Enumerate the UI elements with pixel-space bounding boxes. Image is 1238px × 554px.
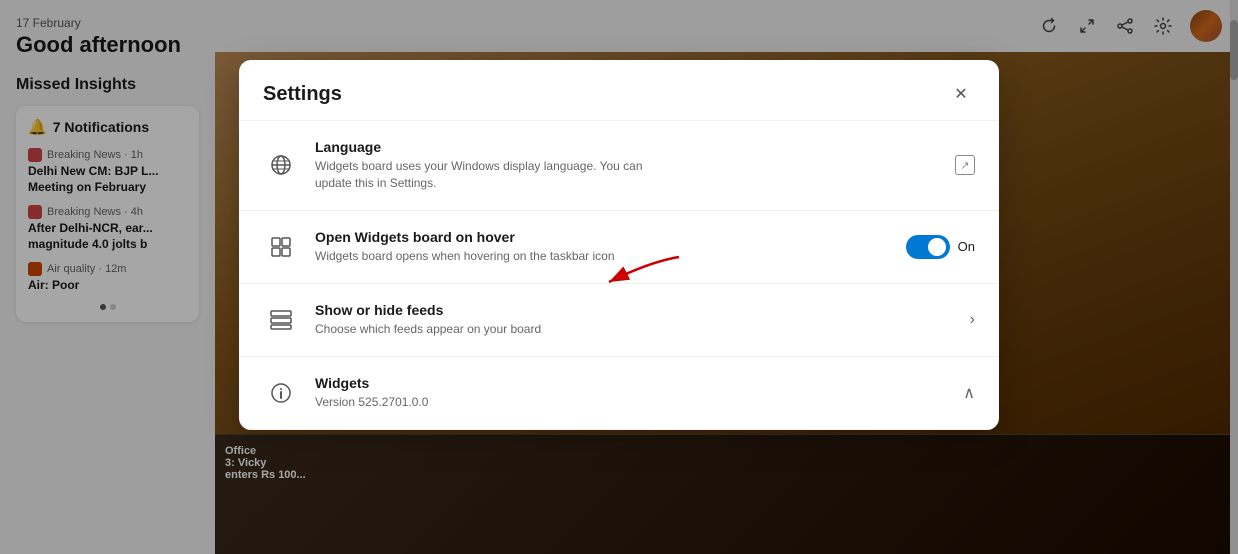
language-content: Language Widgets board uses your Windows… xyxy=(315,139,939,192)
settings-item-language[interactable]: Language Widgets board uses your Windows… xyxy=(239,121,999,211)
settings-modal: Settings ✕ Language xyxy=(239,60,999,430)
settings-item-widgets[interactable]: Widgets Version 525.2701.0.0 ∧ xyxy=(239,357,999,430)
language-action[interactable] xyxy=(955,155,975,175)
chevron-up-icon: ∧ xyxy=(963,383,975,403)
modal-body[interactable]: Language Widgets board uses your Windows… xyxy=(239,121,999,430)
modal-header: Settings ✕ xyxy=(239,60,999,121)
widgets-version-icon xyxy=(263,375,299,411)
widgets-action[interactable]: ∧ xyxy=(963,383,975,403)
hover-action[interactable]: On xyxy=(906,235,975,259)
hover-content: Open Widgets board on hover Widgets boar… xyxy=(315,229,890,265)
widgets-title: Widgets xyxy=(315,375,947,391)
hover-toggle[interactable] xyxy=(906,235,950,259)
feeds-content: Show or hide feeds Choose which feeds ap… xyxy=(315,302,954,338)
feeds-desc: Choose which feeds appear on your board xyxy=(315,321,954,338)
language-desc: Widgets board uses your Windows display … xyxy=(315,158,939,192)
settings-item-hover[interactable]: Open Widgets board on hover Widgets boar… xyxy=(239,211,999,284)
toggle-thumb xyxy=(928,238,946,256)
close-button[interactable]: ✕ xyxy=(947,80,975,108)
toggle-label: On xyxy=(958,239,975,254)
close-icon: ✕ xyxy=(954,84,967,104)
feeds-title: Show or hide feeds xyxy=(315,302,954,318)
feeds-icon xyxy=(263,302,299,338)
hover-desc: Widgets board opens when hovering on the… xyxy=(315,248,890,265)
feeds-action[interactable]: › xyxy=(970,311,975,329)
widgets-version: Version 525.2701.0.0 xyxy=(315,394,947,411)
chevron-right-icon: › xyxy=(970,311,975,329)
widgets-content: Widgets Version 525.2701.0.0 xyxy=(315,375,947,411)
external-link-icon xyxy=(955,155,975,175)
toggle-track xyxy=(906,235,950,259)
language-title: Language xyxy=(315,139,939,155)
hover-title: Open Widgets board on hover xyxy=(315,229,890,245)
settings-item-feeds[interactable]: Show or hide feeds Choose which feeds ap… xyxy=(239,284,999,357)
widgets-hover-icon xyxy=(263,229,299,265)
modal-title: Settings xyxy=(263,83,342,106)
modal-overlay: Settings ✕ Language xyxy=(0,0,1238,554)
language-icon xyxy=(263,147,299,183)
